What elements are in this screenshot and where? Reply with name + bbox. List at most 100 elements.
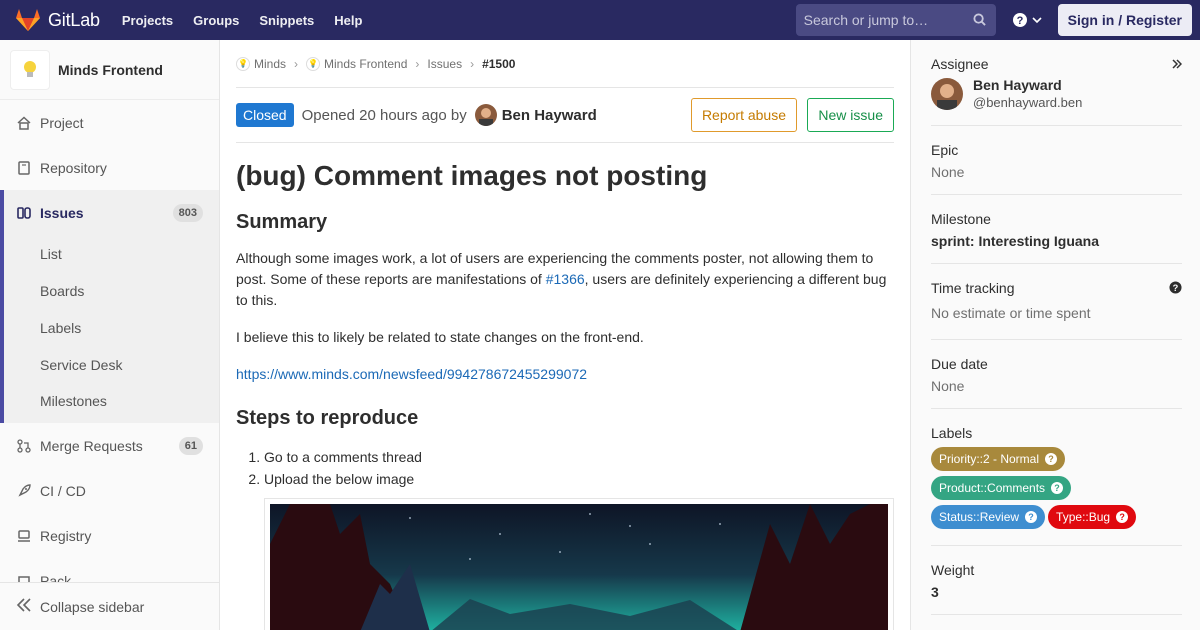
due-date-block: Due date None [931,340,1182,409]
svg-text:?: ? [1173,283,1179,293]
project-name: Minds Frontend [58,61,163,78]
steps-list: Go to a comments thread Upload the below… [264,446,894,490]
breadcrumb-separator: › [294,56,299,71]
question-circle-icon[interactable]: ? [1169,281,1182,294]
breadcrumb-issues[interactable]: Issues [427,57,462,71]
milestone-value[interactable]: sprint: Interesting Iguana [931,233,1099,249]
sidebar-subitem-list[interactable]: List [4,235,219,272]
sidebar-item-label: Project [40,114,84,131]
list-item: Upload the below image [264,468,894,490]
collapse-sidebar-button[interactable]: Collapse sidebar [0,582,219,630]
report-abuse-button[interactable]: Report abuse [690,98,797,132]
breadcrumb-project-label: Minds Frontend [324,56,408,71]
due-date-value: None [931,378,965,394]
label-status[interactable]: Status::Review ? [931,505,1046,529]
labels-block: Labels Priority::2 - Normal ? Product::C… [931,409,1182,546]
forest-night-image [270,504,888,630]
attached-image[interactable] [264,498,894,630]
collapse-right-sidebar-icon[interactable] [1172,59,1182,69]
sidebar-item-label: Merge Requests [40,437,143,454]
time-tracking-value: No estimate or time spent [931,305,1091,321]
book-icon [16,160,32,176]
assignee-avatar[interactable] [931,78,963,110]
project-avatar-icon: 💡 [306,56,321,71]
newsfeed-link[interactable]: https://www.minds.com/newsfeed/994278672… [236,366,587,382]
sidebar-item-repository[interactable]: Repository [0,145,219,190]
time-tracking-block: Time tracking ? No estimate or time spen… [931,264,1182,340]
left-sidebar: Minds Frontend Project Repository Issues… [0,40,220,630]
summary-paragraph-2: I believe this to likely be related to s… [236,329,644,345]
new-issue-button[interactable]: New issue [807,98,894,132]
nav-snippets[interactable]: Snippets [259,13,314,28]
assignee-name[interactable]: Ben Hayward [973,77,1062,93]
help-dropdown[interactable]: ? [1012,12,1042,28]
sidebar-subitem-labels[interactable]: Labels [4,309,219,346]
project-header[interactable]: Minds Frontend [0,40,219,100]
project-avatar [10,49,50,90]
steps-heading: Steps to reproduce [236,407,419,429]
collapse-label: Collapse sidebar [40,598,145,615]
weight-value: 3 [931,584,939,600]
question-icon: ? [1116,511,1129,523]
sidebar-item-project[interactable]: Project [0,100,219,145]
right-sidebar: Assignee Ben Hayward @benhayward.ben Epi… [910,40,1200,630]
sidebar-subitem-milestones[interactable]: Milestones [4,383,219,423]
opened-info: Opened 20 hours ago by Ben Hayward [302,104,597,126]
label-text: Status::Review [939,510,1020,524]
label-product[interactable]: Product::Comments ? [931,476,1072,500]
sign-in-button[interactable]: Sign in / Register [1057,4,1192,36]
sidebar-item-merge-requests[interactable]: Merge Requests 61 [0,423,219,468]
breadcrumb-group[interactable]: 💡 Minds [236,56,286,71]
nav-help[interactable]: Help [334,13,362,28]
breadcrumb: 💡 Minds › 💡 Minds Frontend › Issues › #1… [236,40,894,88]
breadcrumb-separator: › [470,56,475,71]
weight-label: Weight [931,562,975,578]
top-navbar: GitLab Projects Groups Snippets Help Sea… [0,0,1200,40]
summary-heading: Summary [236,211,328,233]
assignee-block: Assignee Ben Hayward @benhayward.ben [931,40,1182,126]
author-avatar[interactable] [474,104,497,126]
rocket-icon [16,483,32,499]
home-icon [16,115,32,131]
list-item: Go to a comments thread [264,446,894,468]
issue-header: Closed Opened 20 hours ago by Ben Haywar… [236,88,894,143]
weight-block: Weight 3 [931,546,1182,615]
sidebar-item-registry[interactable]: Registry [0,513,219,558]
epic-block: Epic None [931,126,1182,195]
gitlab-logo[interactable]: GitLab [16,0,100,40]
breadcrumb-project[interactable]: 💡 Minds Frontend [306,56,408,71]
svg-text:?: ? [1016,15,1023,27]
nav-projects[interactable]: Projects [122,13,173,28]
question-circle-icon: ? [1012,13,1027,27]
sidebar-item-issues[interactable]: Issues 803 [4,190,219,235]
main-content: 💡 Minds › 💡 Minds Frontend › Issues › #1… [236,40,894,630]
issues-icon [16,205,32,221]
search-input[interactable]: Search or jump to… [795,4,996,36]
double-chevron-left-icon [16,598,32,615]
epic-label: Epic [931,142,959,158]
milestone-block: Milestone sprint: Interesting Iguana [931,195,1182,264]
label-priority[interactable]: Priority::2 - Normal ? [931,447,1066,471]
assignee-label: Assignee [931,56,989,72]
gitlab-fox-icon [16,9,40,31]
issues-section: Issues 803 List Boards Labels Service De… [0,190,219,423]
sidebar-item-label: Registry [40,527,92,544]
author-link[interactable]: Ben Hayward [502,107,597,124]
milestone-label: Milestone [931,211,991,227]
label-type[interactable]: Type::Bug ? [1048,505,1137,529]
sidebar-item-label: Repository [40,159,107,176]
sidebar-subitem-boards[interactable]: Boards [4,272,219,309]
label-text: Priority::2 - Normal [939,452,1040,466]
nav-groups[interactable]: Groups [193,13,239,28]
status-badge: Closed [236,103,294,127]
sidebar-item-label: CI / CD [40,482,86,499]
label-text: Product::Comments [939,481,1046,495]
question-icon: ? [1045,453,1058,465]
breadcrumb-current[interactable]: #1500 [482,57,515,71]
merge-request-icon [16,438,32,454]
group-avatar-icon: 💡 [236,56,250,71]
time-tracking-label: Time tracking [931,280,1015,296]
sidebar-subitem-service-desk[interactable]: Service Desk [4,346,219,383]
issue-reference-link[interactable]: #1366 [546,271,585,287]
sidebar-item-cicd[interactable]: CI / CD [0,468,219,513]
